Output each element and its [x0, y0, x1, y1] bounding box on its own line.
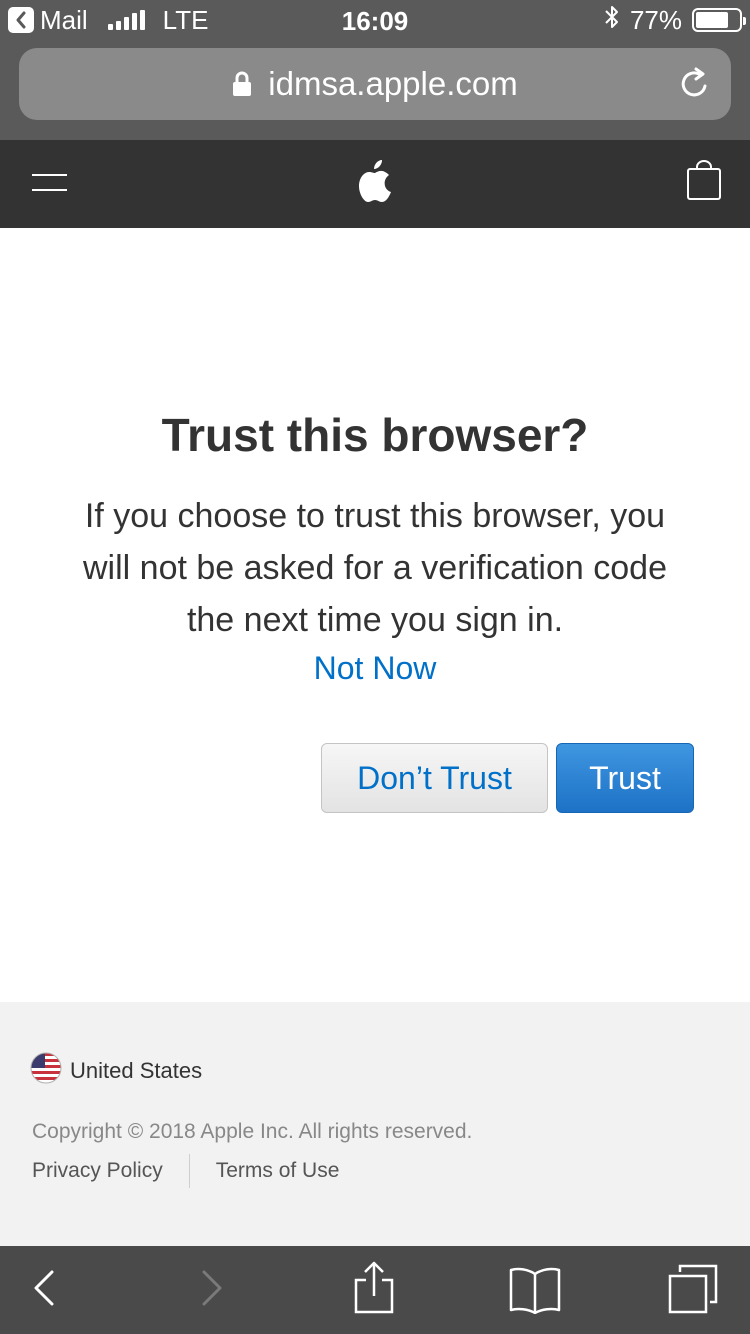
lock-icon — [232, 70, 252, 98]
trust-description: If you choose to trust this browser, you… — [83, 497, 667, 639]
status-bar: Mail LTE 16:09 77% — [0, 0, 750, 40]
url-host: idmsa.apple.com — [268, 65, 518, 102]
safari-toolbar — [0, 1246, 750, 1334]
bluetooth-icon — [604, 4, 620, 37]
back-icon[interactable] — [30, 1264, 58, 1317]
page-title: Trust this browser? — [161, 409, 589, 461]
page-footer: United States Copyright © 2018 Apple Inc… — [0, 1002, 750, 1246]
footer-link-divider — [188, 1154, 190, 1188]
trust-button[interactable]: Trust — [556, 743, 694, 813]
forward-icon[interactable] — [198, 1264, 226, 1317]
terms-of-use-link[interactable]: Terms of Use — [216, 1159, 340, 1183]
apple-global-nav — [0, 140, 750, 228]
tabs-icon[interactable] — [666, 1264, 720, 1319]
copyright-text: Copyright © 2018 Apple Inc. All rights r… — [32, 1120, 473, 1143]
share-icon[interactable] — [352, 1260, 396, 1321]
dont-trust-button[interactable]: Don’t Trust — [321, 743, 548, 813]
battery-percent: 77% — [629, 4, 682, 35]
privacy-policy-link[interactable]: Privacy Policy — [32, 1159, 163, 1183]
us-flag-icon — [30, 1052, 62, 1090]
reload-icon[interactable] — [677, 66, 713, 110]
bookmarks-icon[interactable] — [508, 1264, 562, 1319]
footer-links: Privacy Policy Terms of Use — [32, 1154, 339, 1188]
battery-icon — [692, 8, 746, 32]
menu-icon[interactable] — [32, 172, 68, 199]
not-now-link[interactable]: Not Now — [0, 650, 750, 687]
country-selector[interactable]: United States — [30, 1052, 202, 1090]
browser-top-chrome: Mail LTE 16:09 77% idmsa.apple.com — [0, 0, 750, 140]
status-right: 77% — [604, 4, 746, 37]
trust-browser-content: Trust this browser? If you choose to tru… — [0, 228, 750, 1002]
shopping-bag-icon[interactable] — [686, 160, 722, 207]
safari-window: Mail LTE 16:09 77% idmsa.apple.com Trust… — [0, 0, 750, 1334]
apple-logo-icon[interactable] — [356, 158, 394, 209]
battery-fill — [696, 12, 729, 28]
url-bar[interactable]: idmsa.apple.com — [19, 48, 731, 120]
country-label: United States — [70, 1058, 203, 1083]
